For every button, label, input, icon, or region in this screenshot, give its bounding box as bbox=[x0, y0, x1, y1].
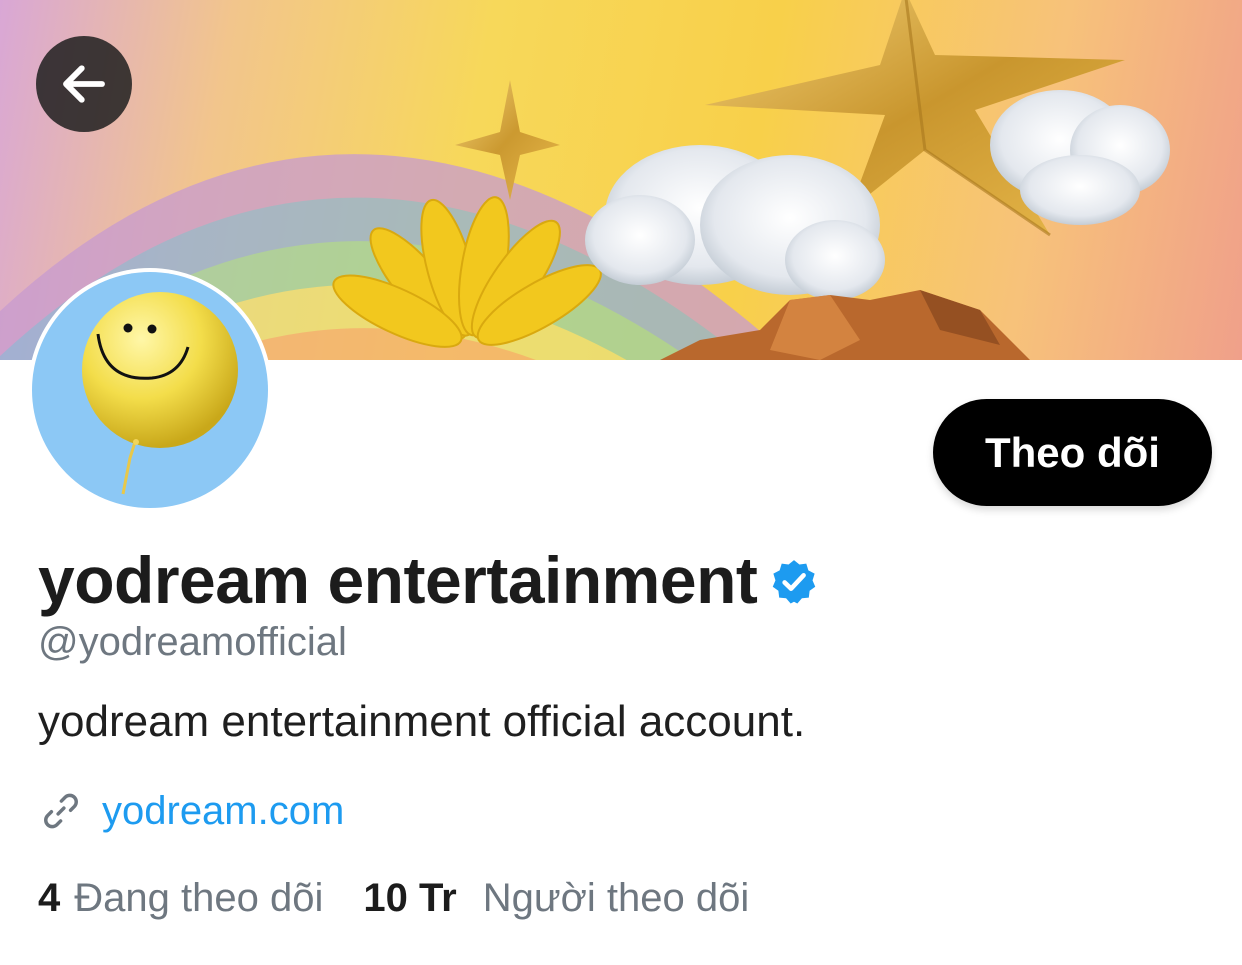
followers-stat[interactable]: 10 Tr Người theo dõi bbox=[363, 876, 749, 921]
link-icon bbox=[44, 793, 78, 829]
smiley-balloon-icon bbox=[82, 292, 238, 495]
verified-badge-icon[interactable] bbox=[769, 557, 819, 607]
back-button[interactable] bbox=[36, 36, 132, 132]
profile-bio: yodream entertainment official account. bbox=[38, 697, 806, 746]
avatar[interactable] bbox=[32, 272, 268, 508]
following-count: 4 bbox=[38, 876, 61, 920]
followers-label: Người theo dõi bbox=[482, 876, 750, 920]
follow-stats: 4 Đang theo dõi 10 Tr Người theo dõi bbox=[38, 876, 749, 921]
following-label: Đang theo dõi bbox=[74, 876, 324, 920]
arrow-left-icon bbox=[63, 65, 105, 103]
display-name: yodream entertainment bbox=[38, 543, 758, 617]
follow-button[interactable]: Theo dõi bbox=[933, 399, 1212, 506]
profile-handle: @yodreamofficial bbox=[38, 620, 347, 664]
website-link[interactable]: yodream.com bbox=[102, 789, 344, 834]
name-row: yodream entertainment bbox=[38, 542, 819, 618]
website-row: yodream.com bbox=[38, 788, 344, 834]
followers-count: 10 Tr bbox=[363, 876, 457, 920]
following-stat[interactable]: 4 Đang theo dõi bbox=[38, 876, 323, 921]
